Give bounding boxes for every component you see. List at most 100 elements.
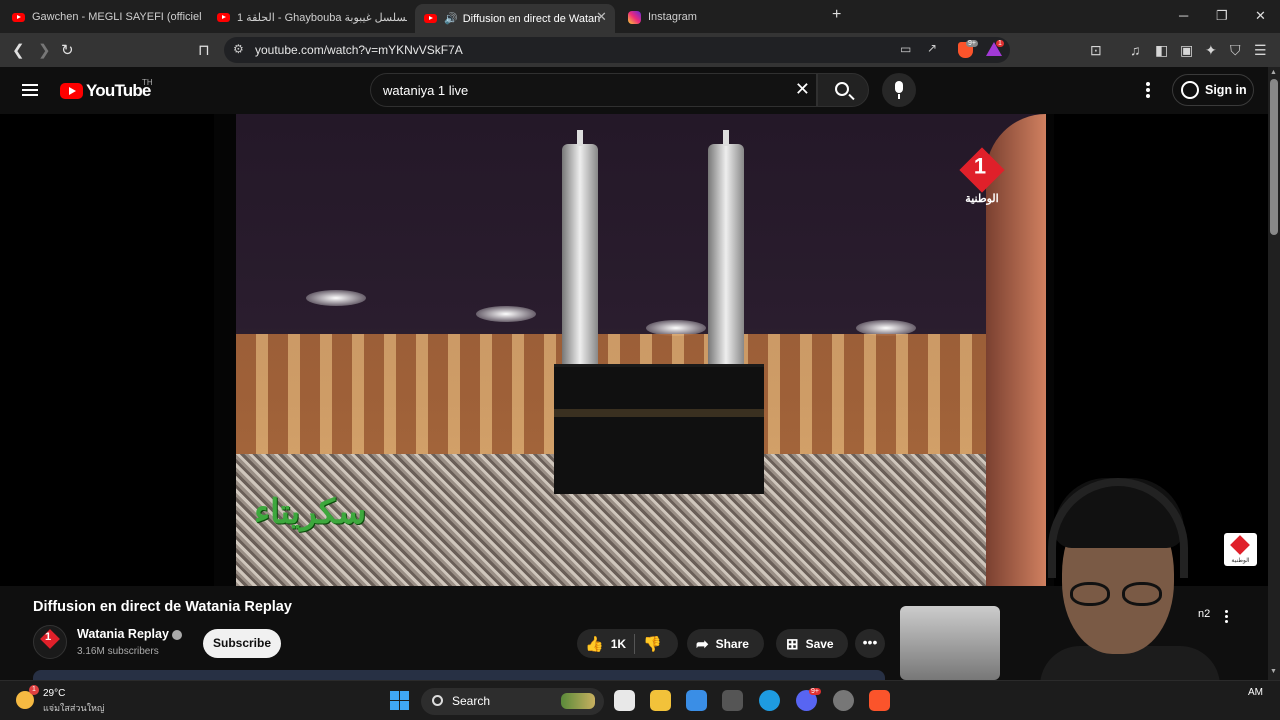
onscreen-caption: سكريتاء	[254, 492, 367, 532]
save-label: Save	[805, 636, 834, 651]
url-text[interactable]: youtube.com/watch?v=mYKNvVSkF7A	[255, 43, 463, 57]
vpn-icon[interactable]: ⛉	[1230, 42, 1241, 59]
watania-diamond-icon: 1	[959, 147, 1005, 193]
settings-kebab-icon[interactable]	[1146, 82, 1150, 98]
wallet-icon[interactable]: ▣	[1180, 42, 1193, 59]
instagram-favicon-icon	[628, 10, 641, 24]
taskbar-search[interactable]: Search	[421, 688, 604, 715]
start-windows-icon[interactable]	[390, 691, 409, 710]
channel-bug-name: الوطنية	[965, 193, 999, 205]
scrollbar-thumb[interactable]	[1270, 79, 1278, 235]
media-icon[interactable]: ♫	[1130, 42, 1141, 58]
channel-bug-logo: 1 الوطنية	[958, 147, 1006, 212]
share-label: Share	[715, 636, 749, 651]
save-button[interactable]: ⊞ Save	[776, 629, 848, 658]
bookmark-icon[interactable]: ⊓	[198, 41, 210, 59]
back-arrow-icon[interactable]: ❮	[12, 41, 25, 59]
tab-gawchen[interactable]: Gawchen - MEGLI SAYEFI (officiel vid	[12, 4, 202, 30]
like-count[interactable]: 1K	[611, 637, 626, 651]
tab-label: Instagram	[648, 11, 697, 23]
microsoft-store-icon[interactable]	[686, 690, 707, 711]
clear-search-icon[interactable]: ✕	[795, 79, 810, 100]
leo-ai-icon[interactable]: ✦	[1205, 42, 1217, 59]
file-explorer-icon[interactable]	[650, 690, 671, 711]
shields-badge: 9+	[966, 40, 978, 47]
voice-search-button[interactable]	[882, 73, 916, 107]
save-playlist-icon: ⊞	[786, 635, 799, 653]
reload-icon[interactable]: ↻	[61, 41, 74, 59]
new-tab-button[interactable]: +	[832, 6, 841, 24]
close-window-button[interactable]: ✕	[1255, 8, 1266, 24]
youtube-logo-icon[interactable]	[60, 83, 83, 99]
dislike-icon[interactable]: 👎	[643, 635, 662, 653]
subscribe-button[interactable]: Subscribe	[203, 629, 281, 658]
brave-browser-icon[interactable]	[869, 690, 890, 711]
app-icon[interactable]	[722, 690, 743, 711]
search-query[interactable]: wataniya 1 live	[383, 83, 468, 98]
recommended-video-thumbnail[interactable]	[900, 606, 1000, 680]
channel-bug-number: 1	[973, 153, 987, 179]
screenshot-icon[interactable]: ⊡	[1090, 42, 1102, 59]
youtube-favicon-icon	[217, 12, 230, 22]
share-page-icon[interactable]: ↗	[927, 41, 937, 55]
scroll-up-arrow-icon[interactable]: ▲	[1270, 69, 1277, 76]
account-icon	[1181, 81, 1199, 99]
region-code: TH	[142, 78, 153, 87]
tab-instagram[interactable]: Instagram	[628, 4, 818, 30]
tab-label: Diffusion en direct de Watan	[462, 12, 601, 25]
youtube-logo-text[interactable]: YouTube	[86, 81, 151, 101]
share-button[interactable]: ➦ Share	[687, 629, 764, 658]
channel-avatar-number: 1	[45, 631, 52, 643]
youtube-favicon-icon	[424, 14, 437, 23]
tab-ghaybouba[interactable]: الحلقة 1 - Ghaybouba مسلسل غيبوبة	[217, 4, 407, 30]
restore-button[interactable]: ❐	[1216, 8, 1228, 24]
address-bar[interactable]: ⚙ youtube.com/watch?v=mYKNvVSkF7A ▭ ↗	[224, 37, 1010, 63]
recommended-more-icon[interactable]	[1225, 610, 1229, 625]
temperature[interactable]: 29°C	[43, 688, 65, 699]
video-scene-kaaba: سكريتاء 1 الوطنية	[236, 114, 1046, 586]
sign-in-button[interactable]: Sign in	[1172, 74, 1254, 106]
page-scrollbar[interactable]: ▲ ▼	[1268, 67, 1280, 680]
cast-icon[interactable]: ▭	[900, 42, 911, 56]
app-icon[interactable]	[833, 690, 854, 711]
close-tab-icon[interactable]: ✕	[596, 9, 607, 25]
eyeglasses	[1070, 582, 1170, 608]
taskbar-search-label: Search	[452, 694, 491, 708]
subscriber-count: 3.16M subscribers	[77, 646, 159, 657]
youtube-favicon-icon	[12, 12, 25, 22]
search-button[interactable]	[817, 73, 869, 107]
browser-toolbar: ❮ ❯ ↻ ⊓ ⚙ youtube.com/watch?v=mYKNvVSkF7…	[0, 33, 1280, 67]
clock[interactable]: AM	[1248, 687, 1263, 698]
verified-badge-icon	[172, 630, 182, 640]
like-divider	[634, 633, 636, 654]
tab-label: الحلقة 1 - Ghaybouba مسلسل غيبوبة	[237, 11, 407, 24]
forward-arrow-icon[interactable]: ❯	[38, 41, 51, 59]
sidebar-toggle-icon[interactable]: ◧	[1155, 42, 1168, 59]
video-frame[interactable]: سكريتاء 1 الوطنية	[214, 114, 1054, 586]
rewards-badge: 1	[996, 40, 1004, 47]
stadium-light	[306, 290, 366, 306]
more-actions-button[interactable]: •••	[855, 629, 885, 658]
sign-in-label: Sign in	[1205, 83, 1247, 97]
site-settings-icon[interactable]: ⚙	[233, 42, 244, 56]
guide-menu-icon[interactable]	[22, 84, 38, 96]
windows-taskbar: 1 29°C แจ่มใสส่วนใหญ่ Search 9+ AM	[0, 680, 1280, 720]
like-icon[interactable]: 👍	[585, 635, 604, 653]
search-input[interactable]: wataniya 1 live ✕	[370, 73, 817, 107]
youtube-header: YouTube TH wataniya 1 live ✕ Sign in	[0, 67, 1280, 114]
tab-watania-active[interactable]: 🔊 Diffusion en direct de Watan	[415, 4, 615, 33]
search-icon	[432, 695, 443, 706]
weather-description[interactable]: แจ่มใสส่วนใหญ่	[43, 701, 105, 715]
weather-badge: 1	[29, 685, 39, 695]
menu-icon[interactable]: ☰	[1254, 42, 1267, 59]
channel-watermark[interactable]: الوطنية	[1224, 533, 1257, 566]
tab-label: Gawchen - MEGLI SAYEFI (officiel vid	[32, 11, 202, 23]
edge-icon[interactable]	[759, 690, 780, 711]
watermark-text: الوطنية	[1231, 558, 1250, 564]
minimize-button[interactable]: ─	[1179, 8, 1188, 23]
speaker-icon: 🔊	[444, 13, 458, 25]
channel-name[interactable]: Watania Replay	[77, 627, 169, 641]
task-view-icon[interactable]	[614, 690, 635, 711]
scroll-down-arrow-icon[interactable]: ▼	[1270, 668, 1277, 675]
minaret-right	[708, 130, 744, 364]
